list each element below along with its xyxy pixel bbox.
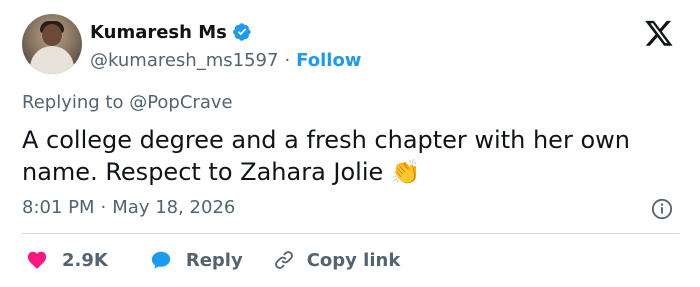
verified-badge-icon	[232, 23, 251, 41]
author-handle[interactable]: @kumaresh_ms1597	[90, 50, 278, 71]
divider	[22, 233, 680, 234]
author-display-name[interactable]: Kumaresh Ms	[90, 22, 227, 43]
author-handle-row: @kumaresh_ms1597 · Follow	[90, 48, 361, 72]
avatar[interactable]	[22, 14, 82, 74]
x-logo-icon[interactable]	[642, 18, 676, 48]
copy-link-button[interactable]: Copy link	[273, 249, 401, 271]
reply-label: Reply	[185, 249, 243, 271]
action-bar: 2.9K Reply Copy link	[26, 246, 400, 274]
author-name-row: Kumaresh Ms	[90, 20, 252, 44]
info-icon[interactable]	[651, 198, 673, 220]
tweet-timestamp[interactable]: 8:01 PM · May 18, 2026	[22, 197, 235, 218]
tweet-time: 8:01 PM	[22, 197, 95, 218]
like-button[interactable]: 2.9K	[26, 249, 108, 271]
clapping-hands-emoji: 👏	[390, 158, 421, 186]
tweet-text: A college degree and a fresh chapter wit…	[22, 126, 630, 186]
reply-context[interactable]: Replying to @PopCrave	[22, 92, 233, 113]
tweet-date: May 18, 2026	[112, 197, 236, 218]
timestamp-separator: ·	[100, 197, 107, 218]
handle-separator: ·	[284, 49, 291, 71]
copy-link-label: Copy link	[306, 249, 401, 271]
link-icon	[274, 251, 293, 269]
reply-button[interactable]: Reply	[150, 249, 243, 271]
tweet-body: A college degree and a fresh chapter wit…	[22, 124, 682, 188]
heart-icon	[27, 251, 47, 269]
like-count: 2.9K	[62, 249, 108, 271]
follow-button[interactable]: Follow	[296, 50, 361, 71]
reply-bubble-icon	[151, 251, 171, 269]
